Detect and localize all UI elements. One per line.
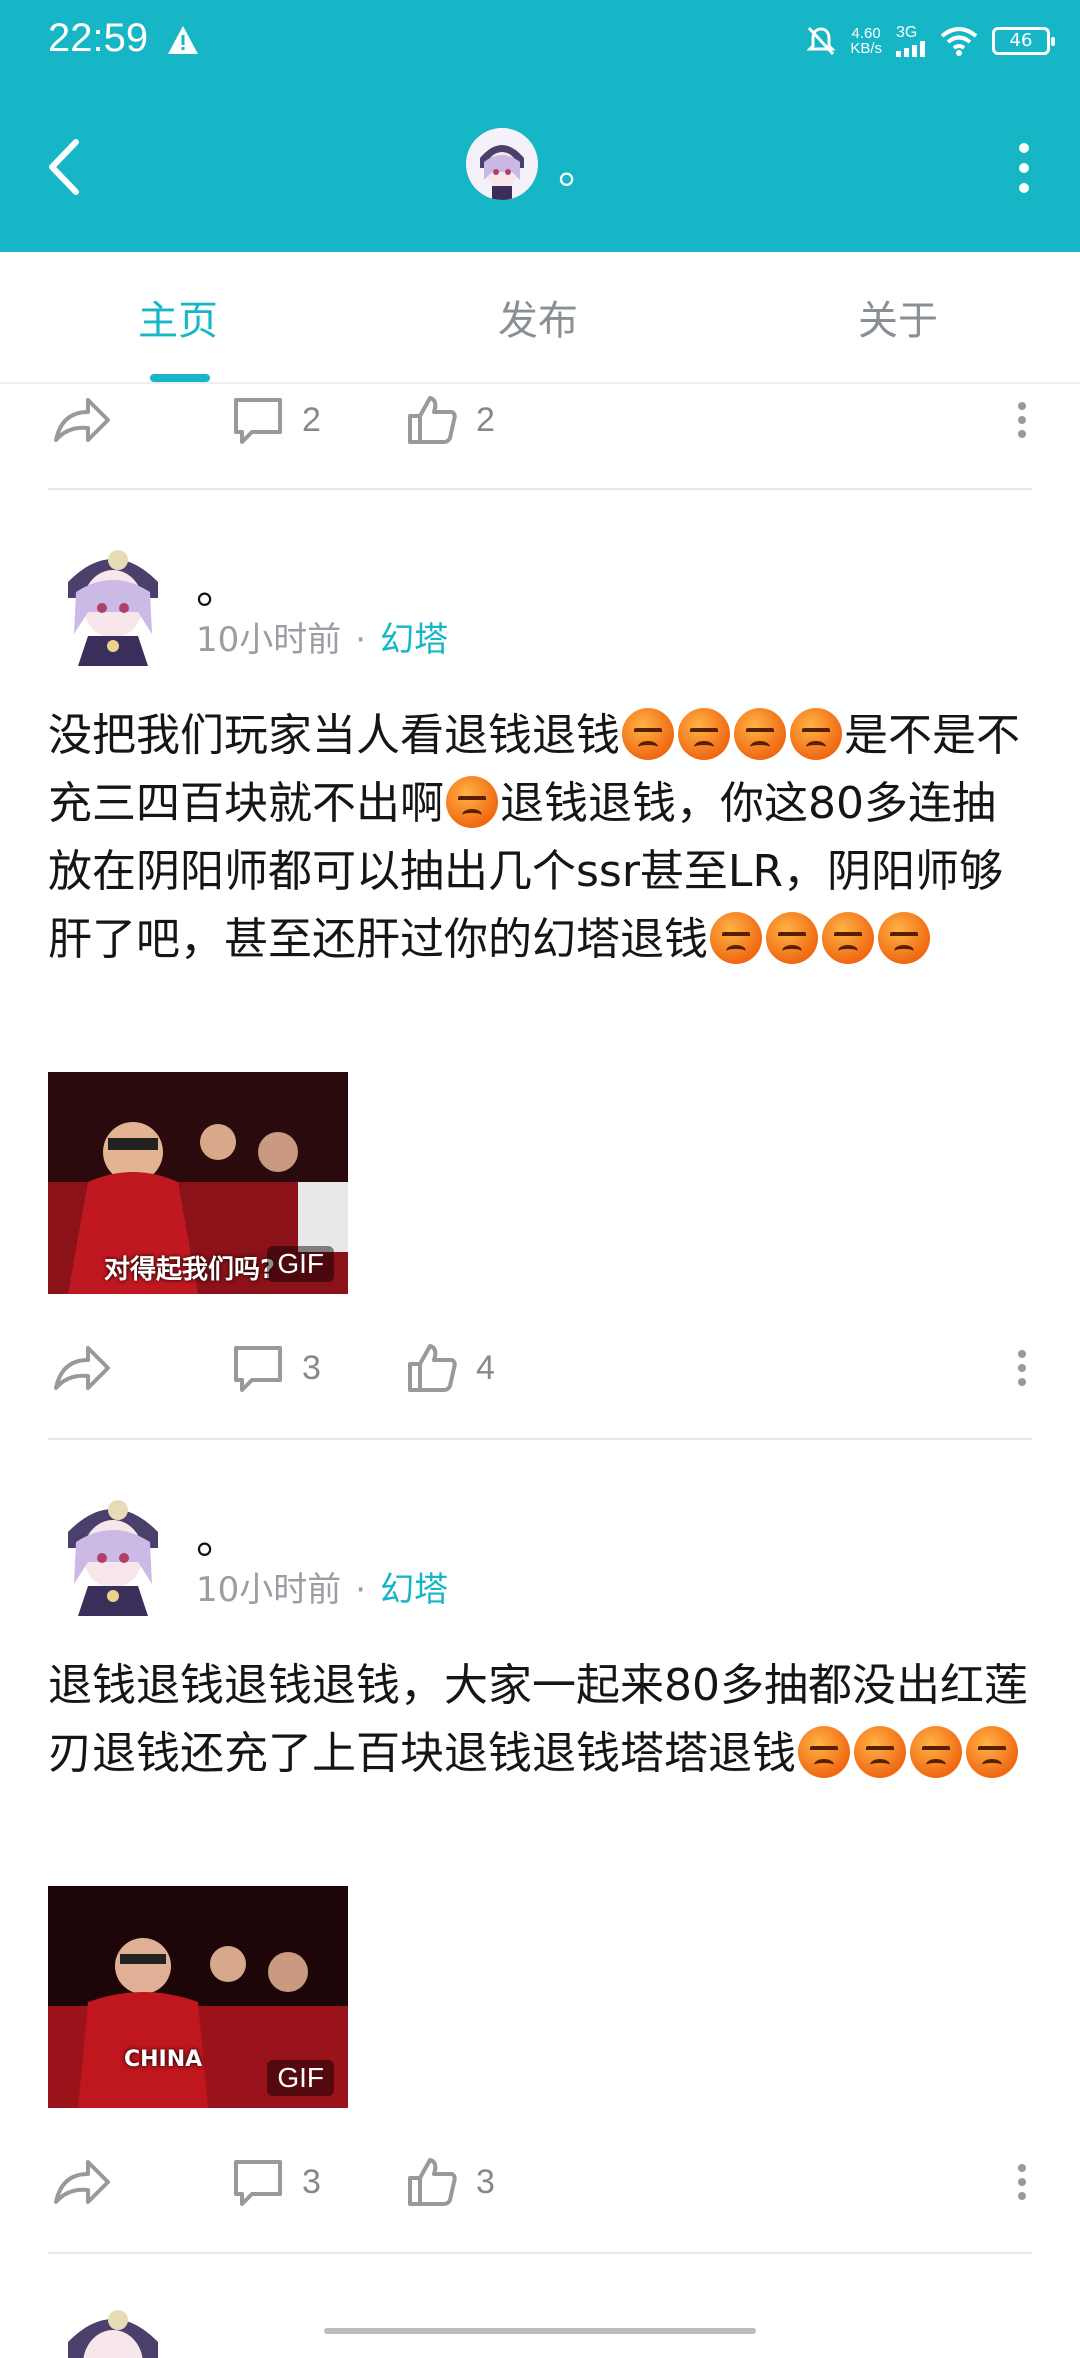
avatar-illustration [68, 2310, 158, 2358]
post-text-segment: 没把我们玩家当人看退钱退钱 [48, 710, 620, 761]
status-bar: 22:59 4.60 KB/s 3G 46 [0, 0, 1080, 84]
angry-emoji [678, 708, 730, 760]
post-author-name[interactable]: 。 [196, 1502, 240, 1566]
divider [48, 2252, 1032, 2254]
angry-emoji [822, 912, 874, 964]
thumbs-up-icon [408, 1344, 457, 1392]
comment-icon [234, 1346, 282, 1392]
post-author-name[interactable]: 。 [196, 552, 240, 616]
meta-separator: · [355, 620, 367, 660]
angry-emoji [966, 1726, 1018, 1778]
angry-emoji [734, 708, 786, 760]
share-button[interactable] [52, 1340, 112, 1396]
profile-header: 。 [0, 84, 1080, 252]
thumbs-up-icon [408, 2158, 457, 2206]
gif-badge: GIF [267, 1246, 334, 1282]
wifi-icon [940, 27, 978, 56]
post-author-avatar[interactable] [58, 2298, 168, 2358]
meta-separator: · [355, 1570, 367, 1610]
profile-tabs: 主页 发布 关于 [0, 252, 1080, 384]
post-author-avatar[interactable] [58, 538, 168, 666]
post-more-icon[interactable] [1010, 1348, 1034, 1388]
mute-bell-icon [806, 26, 836, 56]
post-gif-image[interactable]: CHINA GIF [48, 1886, 348, 2108]
net-speed: 4.60 KB/s [850, 26, 882, 56]
warning-icon [168, 26, 198, 54]
comment-count: 3 [302, 1348, 321, 1387]
like-count: 4 [476, 1348, 495, 1387]
post-gif-image[interactable]: 对得起我们吗? GIF [48, 1072, 348, 1294]
app-header-bar: 22:59 4.60 KB/s 3G 46 。 [0, 0, 1080, 252]
tab-about[interactable]: 关于 [858, 288, 938, 346]
post-topic-tag[interactable]: 幻塔 [380, 620, 448, 660]
divider [48, 488, 1032, 490]
header-username: 。 [558, 143, 602, 194]
post-topic-tag[interactable]: 幻塔 [380, 1570, 448, 1610]
angry-emoji [878, 912, 930, 964]
angry-emoji [622, 708, 674, 760]
post-meta: 10小时前 · 幻塔 [196, 612, 448, 661]
share-icon [54, 2160, 110, 2204]
post-text: 没把我们玩家当人看退钱退钱 是不是不充三四百块就不出啊 退钱退钱，你这80多连抽放在… [48, 702, 1038, 974]
comment-button[interactable]: 3 [232, 1340, 321, 1396]
comment-count: 3 [302, 2162, 321, 2201]
comment-count: 2 [302, 400, 321, 439]
gif-badge: GIF [267, 2060, 334, 2096]
comment-button[interactable]: 2 [232, 392, 321, 448]
share-button[interactable] [52, 392, 112, 448]
post-more-icon[interactable] [1010, 2162, 1034, 2202]
like-button[interactable]: 3 [406, 2154, 495, 2210]
share-icon [54, 1346, 110, 1390]
avatar-illustration [466, 128, 538, 200]
cell-signal: 3G [896, 25, 926, 57]
more-vertical-icon[interactable] [1012, 140, 1036, 196]
gif-caption: 对得起我们吗? [104, 1255, 276, 1285]
post-action-bar: 3 3 [0, 2140, 1080, 2220]
post-action-bar: 2 2 [0, 378, 1080, 458]
net-speed-unit: KB/s [850, 40, 882, 57]
back-arrow-icon[interactable] [40, 134, 90, 200]
thumbs-up-icon [408, 396, 457, 444]
angry-emoji [910, 1726, 962, 1778]
post-time: 10小时前 [196, 620, 342, 660]
status-time: 22:59 [48, 16, 149, 60]
post-time: 10小时前 [196, 1570, 342, 1610]
like-count: 3 [476, 2162, 495, 2201]
like-button[interactable]: 2 [406, 392, 495, 448]
comment-icon [234, 398, 282, 444]
angry-emoji [854, 1726, 906, 1778]
angry-emoji [790, 708, 842, 760]
angry-emoji [766, 912, 818, 964]
angry-emoji [798, 1726, 850, 1778]
post-author-avatar[interactable] [58, 1488, 168, 1616]
comment-icon [234, 2160, 282, 2206]
like-count: 2 [476, 400, 495, 439]
signal-icon [896, 41, 925, 57]
gif-caption: CHINA [124, 2047, 203, 2072]
home-indicator[interactable] [324, 2328, 756, 2334]
divider [48, 1438, 1032, 1440]
header-avatar[interactable] [466, 128, 538, 200]
network-type: 3G [896, 24, 918, 41]
post-meta: 10小时前 · 幻塔 [196, 1562, 448, 1611]
net-speed-value: 4.60 [851, 25, 881, 42]
angry-emoji [710, 912, 762, 964]
post-action-bar: 3 4 [0, 1326, 1080, 1406]
battery-indicator: 46 [992, 27, 1055, 55]
tab-home[interactable]: 主页 [138, 288, 218, 346]
post-text: 退钱退钱退钱退钱，大家一起来80多抽都没出红莲刃退钱还充了上百块退钱退钱塔塔退钱 [48, 1652, 1038, 1788]
status-icons: 4.60 KB/s 3G 46 [806, 18, 1055, 64]
share-button[interactable] [52, 2154, 112, 2210]
angry-emoji [446, 776, 498, 828]
tab-publish[interactable]: 发布 [498, 288, 578, 346]
comment-button[interactable]: 3 [232, 2154, 321, 2210]
share-icon [54, 398, 110, 442]
like-button[interactable]: 4 [406, 1340, 495, 1396]
post-more-icon[interactable] [1010, 400, 1034, 440]
